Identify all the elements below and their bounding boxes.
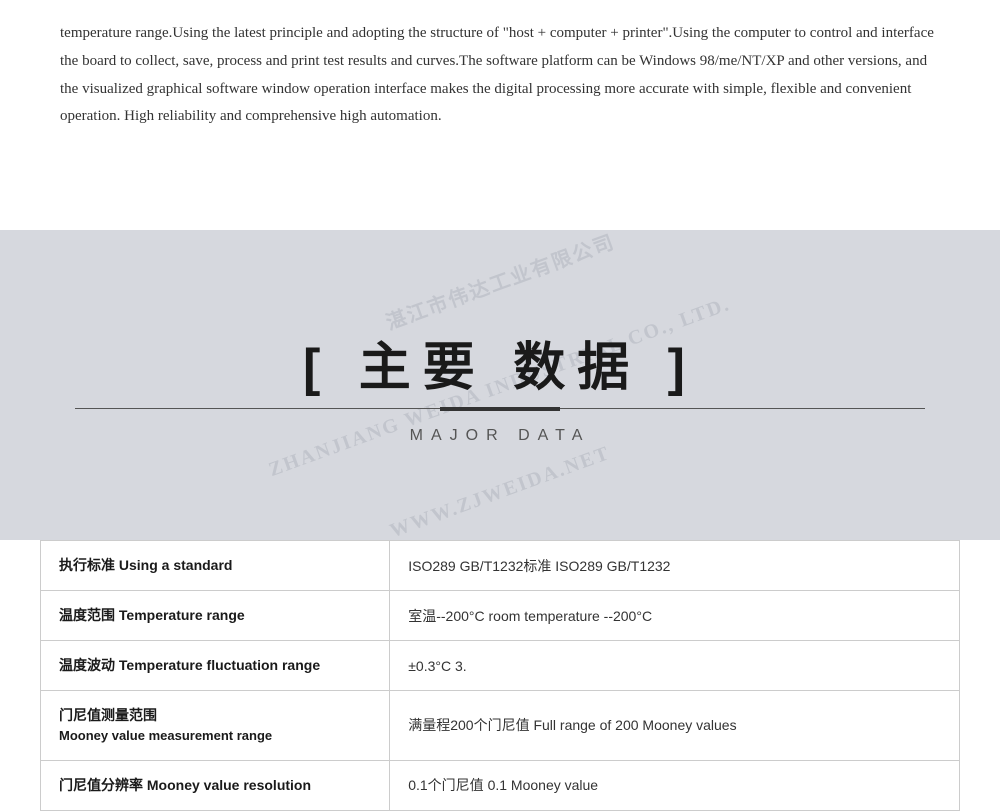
table-cell-value: ±0.3°C 3.: [390, 641, 960, 691]
table-cell-label: 门尼值分辨率 Mooney value resolution: [41, 760, 390, 810]
table-row: 执行标准 Using a standardISO289 GB/T1232标准 I…: [41, 541, 960, 591]
table-row: 温度波动 Temperature fluctuation range±0.3°C…: [41, 641, 960, 691]
main-title: [ 主要 数据 ]: [303, 325, 697, 400]
table-cell-value: 室温--200°C room temperature --200°C: [390, 591, 960, 641]
data-table: 执行标准 Using a standardISO289 GB/T1232标准 I…: [40, 540, 960, 811]
table-cell-value: 0.1个门尼值 0.1 Mooney value: [390, 760, 960, 810]
bottom-section: 执行标准 Using a standardISO289 GB/T1232标准 I…: [0, 540, 1000, 811]
middle-section: 湛江市伟达工业有限公司 ZHANJIANG WEIDA INDUSTRIAL C…: [0, 230, 1000, 540]
table-row: 温度范围 Temperature range室温--200°C room tem…: [41, 591, 960, 641]
table-row: 门尼值分辨率 Mooney value resolution0.1个门尼值 0.…: [41, 760, 960, 810]
watermark-line-1: 湛江市伟达工业有限公司: [381, 230, 618, 335]
table-row: 门尼值测量范围Mooney value measurement range满量程…: [41, 691, 960, 761]
cell-label-en: Mooney value measurement range: [59, 726, 371, 746]
title-underline-accent: [440, 407, 560, 411]
table-cell-label: 门尼值测量范围Mooney value measurement range: [41, 691, 390, 761]
table-cell-label: 执行标准 Using a standard: [41, 541, 390, 591]
table-cell-label: 温度范围 Temperature range: [41, 591, 390, 641]
table-cell-label: 温度波动 Temperature fluctuation range: [41, 641, 390, 691]
title-divider: [75, 408, 925, 411]
table-cell-value: ISO289 GB/T1232标准 ISO289 GB/T1232: [390, 541, 960, 591]
subtitle: MAJOR DATA: [410, 427, 591, 445]
intro-paragraph: temperature range.Using the latest princ…: [60, 20, 940, 131]
table-cell-value: 满量程200个门尼值 Full range of 200 Mooney valu…: [390, 691, 960, 761]
watermark-line-3: WWW.ZJWEIDA.NET: [387, 442, 613, 540]
cell-label-cn: 门尼值测量范围: [59, 705, 371, 726]
top-section: temperature range.Using the latest princ…: [0, 0, 1000, 230]
